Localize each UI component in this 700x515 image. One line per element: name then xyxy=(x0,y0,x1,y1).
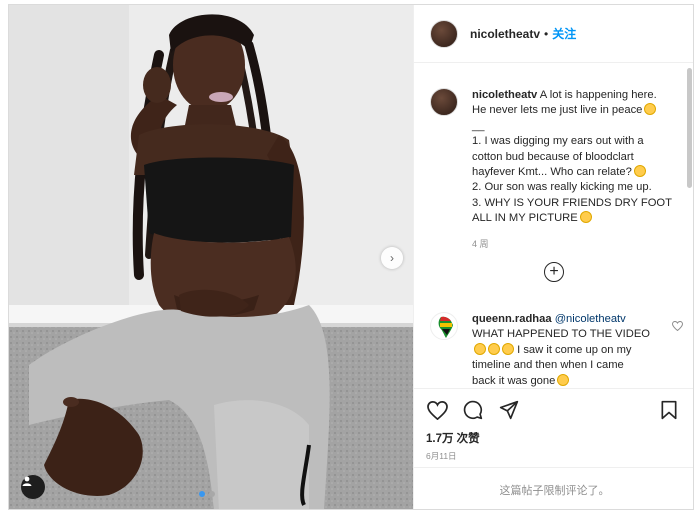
commenter-username[interactable]: queenn.radhaa xyxy=(472,313,552,325)
africa-flag-icon xyxy=(438,316,453,338)
photo-illustration xyxy=(9,5,413,509)
comments-limited-notice: 这篇帖子限制评论了。 xyxy=(414,467,693,509)
caption-line: ALL IN MY PICTURE xyxy=(472,212,578,225)
caption-line: He never lets me just live in peace xyxy=(472,104,643,117)
heart-icon xyxy=(426,400,448,420)
caption: nicoletheatv A lot is happening here. He… xyxy=(430,88,682,252)
user-tag-icon xyxy=(22,476,32,486)
share-button[interactable] xyxy=(498,399,520,421)
post-dialog: › nicoletheatv • 关注 nicoletheatv A lot i… xyxy=(8,4,694,510)
plus-circle-icon: + xyxy=(549,263,559,280)
commenter-avatar[interactable] xyxy=(430,312,458,340)
thinking-emoji-icon xyxy=(633,165,646,178)
paper-plane-icon xyxy=(499,400,519,420)
post-header: nicoletheatv • 关注 xyxy=(414,5,693,63)
caption-line: cotton bud because of bloodclart xyxy=(472,150,634,163)
carousel-dot-active xyxy=(199,491,205,497)
caption-line: 1. I was digging my ears out with a xyxy=(472,135,644,148)
tagged-users-button[interactable] xyxy=(21,475,45,499)
weary-emoji-icon xyxy=(502,342,514,355)
caption-avatar[interactable] xyxy=(430,88,458,116)
comment-line: back it was gone xyxy=(472,374,556,387)
comment-line: timeline and then when I came xyxy=(472,359,624,372)
load-more-comments-button[interactable]: + xyxy=(544,262,564,282)
comment-icon xyxy=(463,400,483,420)
weary-emoji-icon xyxy=(488,342,500,355)
caption-text: nicoletheatv A lot is happening here. He… xyxy=(472,88,682,252)
header-separator: • xyxy=(544,26,549,41)
caption-timestamp[interactable]: 4 周 xyxy=(472,237,682,252)
caption-line: 2. Our son was really kicking me up. xyxy=(472,181,652,194)
like-count[interactable]: 1.7万 次赞 xyxy=(426,430,480,446)
caption-line: __ xyxy=(472,119,485,132)
comments-section[interactable]: nicoletheatv A lot is happening here. He… xyxy=(414,64,693,388)
comment-mention[interactable]: @nicoletheatv xyxy=(555,313,626,325)
caption-line: hayfever Kmt... Who can relate? xyxy=(472,166,632,179)
like-button[interactable] xyxy=(426,399,448,421)
carousel-dot xyxy=(209,491,215,497)
post-date[interactable]: 6月11日 xyxy=(426,450,457,462)
heart-icon xyxy=(671,320,684,332)
caption-line: A lot is happening here. xyxy=(539,89,657,101)
comments-scrollbar[interactable] xyxy=(687,68,692,188)
next-photo-button[interactable]: › xyxy=(381,247,403,269)
comment-line: WHAT HAPPENED TO THE VIDEO xyxy=(472,328,650,341)
comment-text: queenn.radhaa @nicoletheatv WHAT HAPPENE… xyxy=(472,312,662,388)
carousel-indicator xyxy=(199,491,215,497)
comment-button[interactable] xyxy=(462,399,484,421)
post-photo[interactable]: › xyxy=(9,5,413,509)
action-icons xyxy=(426,399,520,421)
bookmark-icon xyxy=(661,400,677,420)
post-side-panel: nicoletheatv • 关注 nicoletheatv A lot is … xyxy=(413,5,693,509)
save-button[interactable] xyxy=(658,399,680,421)
caption-line: 3. WHY IS YOUR FRIENDS DRY FOOT xyxy=(472,196,672,209)
post-actions: 1.7万 次赞 6月11日 这篇帖子限制评论了。 xyxy=(414,388,693,509)
comment-line: I saw it come up on my xyxy=(517,343,632,356)
caption-username[interactable]: nicoletheatv xyxy=(472,89,537,101)
comment-like-button[interactable] xyxy=(671,318,684,336)
avatar[interactable] xyxy=(430,19,458,48)
comment-item: queenn.radhaa @nicoletheatv WHAT HAPPENE… xyxy=(430,312,684,388)
crying-emoji-icon xyxy=(557,373,570,386)
chevron-right-icon: › xyxy=(390,251,394,265)
laughing-emoji-icon xyxy=(644,103,657,116)
laughing-emoji-icon xyxy=(579,211,592,224)
follow-button[interactable]: 关注 xyxy=(552,25,576,42)
author-username[interactable]: nicoletheatv xyxy=(470,27,540,41)
weary-emoji-icon xyxy=(474,342,486,355)
